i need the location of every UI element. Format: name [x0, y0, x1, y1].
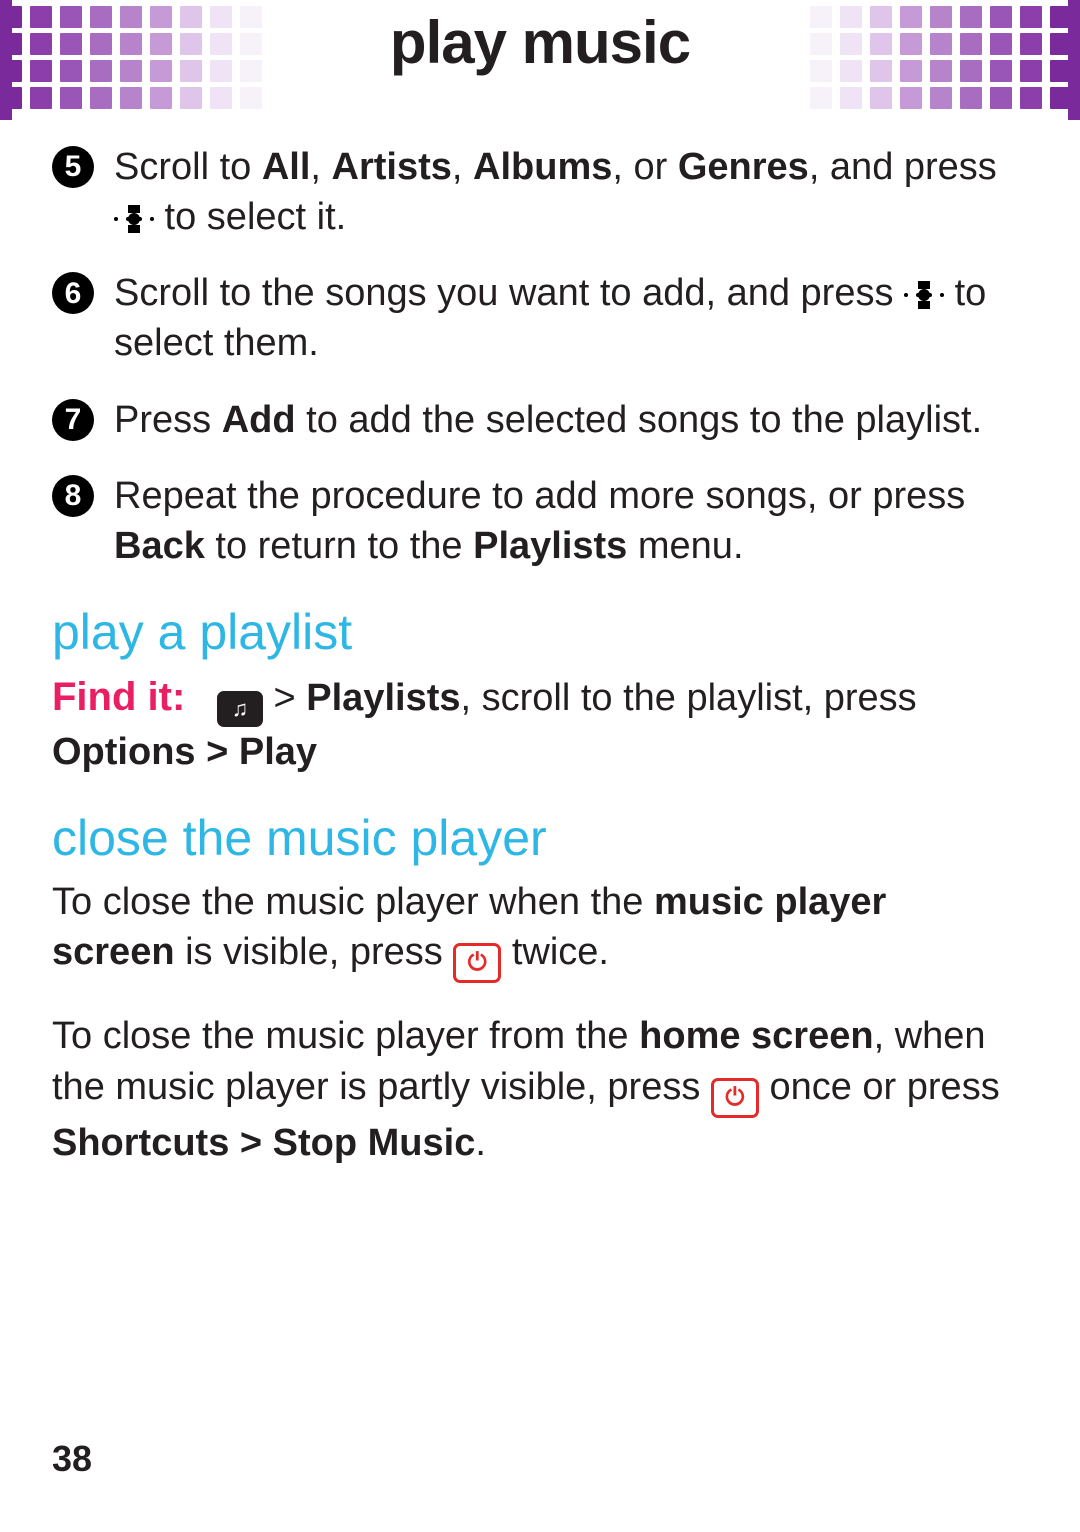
find-it-line: Find it: ♫ > Playlists, scroll to the pl… [52, 671, 1018, 777]
text: twice. [501, 931, 609, 973]
text: , and press [809, 146, 997, 188]
page: play music 5 Scroll to All, Artists, Alb… [0, 0, 1080, 1532]
text: , or [612, 146, 677, 188]
paragraph: To close the music player from the home … [52, 1011, 1018, 1167]
text: menu. [627, 525, 743, 567]
text-bold: All [262, 146, 311, 188]
step-body: Press Add to add the selected songs to t… [114, 395, 1018, 445]
step-number-icon: 5 [52, 146, 94, 188]
text: To close the music player from the [52, 1015, 639, 1057]
text-bold: Playlists [306, 677, 460, 719]
paragraph: To close the music player when the music… [52, 877, 1018, 983]
text-bold: Add [222, 399, 296, 441]
text-bold: Genres [678, 146, 809, 188]
text: Scroll to the songs you want to add, and… [114, 272, 904, 314]
text: once or press [759, 1066, 1000, 1108]
step-body: Repeat the procedure to add more songs, … [114, 471, 1018, 571]
text: Scroll to [114, 146, 262, 188]
step-7: 7 Press Add to add the selected songs to… [52, 395, 1018, 445]
text: . [475, 1122, 486, 1164]
text-bold: Artists [332, 146, 452, 188]
text: to return to the [205, 525, 473, 567]
step-number-icon: 7 [52, 399, 94, 441]
power-key-icon: ⏻ [711, 1078, 759, 1118]
step-number-icon: 8 [52, 475, 94, 517]
text-bold: Options > Play [52, 731, 317, 773]
text-bold: Back [114, 525, 205, 567]
text: Repeat the procedure to add more songs, … [114, 475, 965, 517]
step-body: Scroll to All, Artists, Albums, or Genre… [114, 142, 1018, 242]
text-bold: Playlists [473, 525, 627, 567]
step-6: 6 Scroll to the songs you want to add, a… [52, 268, 1018, 368]
text-bold: Albums [473, 146, 612, 188]
text: , scroll to the playlist, press [461, 677, 917, 719]
nav-select-icon [904, 281, 944, 309]
text: To close the music player when the [52, 881, 654, 923]
text-bold: home screen [639, 1015, 873, 1057]
step-5: 5 Scroll to All, Artists, Albums, or Gen… [52, 142, 1018, 242]
text: , [310, 146, 331, 188]
text: to add the selected songs to the playlis… [296, 399, 983, 441]
heading-close-music-player: close the music player [52, 805, 1018, 871]
page-number: 38 [52, 1438, 92, 1480]
text: is visible, press [175, 931, 454, 973]
text-bold: Shortcuts > Stop Music [52, 1122, 475, 1164]
header-band: play music [0, 0, 1080, 130]
text: , [452, 146, 473, 188]
power-key-icon: ⏻ [453, 943, 501, 983]
step-number-icon: 6 [52, 272, 94, 314]
text: to select it. [154, 196, 346, 238]
nav-select-icon [114, 205, 154, 233]
find-it-label: Find it: [52, 675, 185, 719]
page-title: play music [0, 8, 1080, 77]
step-body: Scroll to the songs you want to add, and… [114, 268, 1018, 368]
heading-play-a-playlist: play a playlist [52, 599, 1018, 665]
content: 5 Scroll to All, Artists, Albums, or Gen… [52, 142, 1018, 1196]
text: > [274, 677, 307, 719]
music-key-icon: ♫ [217, 691, 263, 727]
text: Press [114, 399, 222, 441]
step-8: 8 Repeat the procedure to add more songs… [52, 471, 1018, 571]
